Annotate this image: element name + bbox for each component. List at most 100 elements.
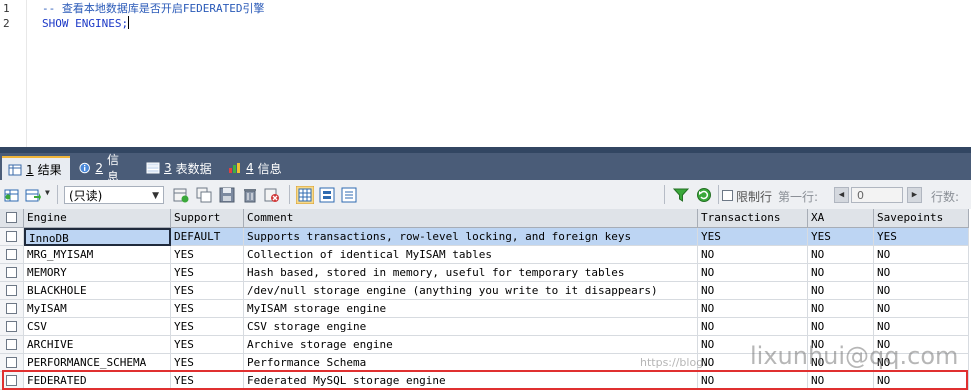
- cell-engine[interactable]: ARCHIVE: [24, 336, 171, 354]
- cell-xa[interactable]: NO: [808, 282, 874, 300]
- cell-savepoints[interactable]: YES: [874, 228, 969, 246]
- cell-comment[interactable]: Supports transactions, row-level locking…: [244, 228, 698, 246]
- cell-engine[interactable]: InnoDB: [24, 228, 171, 246]
- tab-result[interactable]: 1 结果: [2, 156, 70, 181]
- row-checkbox[interactable]: [6, 267, 17, 278]
- cell-comment[interactable]: Federated MySQL storage engine: [244, 372, 698, 390]
- select-all-cell[interactable]: [0, 209, 24, 228]
- first-row-input[interactable]: 0: [851, 187, 903, 203]
- table-row[interactable]: FEDERATED YES Federated MySQL storage engi…: [0, 372, 971, 390]
- cell-comment[interactable]: /dev/null storage engine (anything you w…: [244, 282, 698, 300]
- text-view-icon[interactable]: [341, 187, 357, 203]
- cell-comment[interactable]: CSV storage engine: [244, 318, 698, 336]
- row-select-cell[interactable]: [0, 372, 24, 390]
- sql-editor[interactable]: 1 2 -- 查看本地数据库是否开启FEDERATED引擎 SHOW ENGIN…: [0, 0, 971, 147]
- row-checkbox[interactable]: [6, 285, 17, 296]
- cell-support[interactable]: YES: [171, 282, 244, 300]
- row-select-cell[interactable]: [0, 336, 24, 354]
- cell-support[interactable]: DEFAULT: [171, 228, 244, 246]
- cell-support[interactable]: YES: [171, 318, 244, 336]
- cell-savepoints[interactable]: NO: [874, 246, 969, 264]
- import-grid-icon[interactable]: [25, 187, 41, 203]
- export-grid-icon[interactable]: [4, 187, 20, 203]
- column-header-support[interactable]: Support: [171, 209, 244, 228]
- row-select-cell[interactable]: [0, 300, 24, 318]
- cell-savepoints[interactable]: NO: [874, 264, 969, 282]
- cell-comment[interactable]: Hash based, stored in memory, useful for…: [244, 264, 698, 282]
- cell-transactions[interactable]: NO: [698, 300, 808, 318]
- read-only-mode-select[interactable]: (只读) ▼: [64, 186, 164, 204]
- cell-savepoints[interactable]: NO: [874, 336, 969, 354]
- cell-transactions[interactable]: YES: [698, 228, 808, 246]
- cell-transactions[interactable]: NO: [698, 282, 808, 300]
- cell-engine[interactable]: MEMORY: [24, 264, 171, 282]
- row-select-cell[interactable]: [0, 282, 24, 300]
- tab-info-2[interactable]: 4 信息: [222, 156, 288, 180]
- tab-table-data[interactable]: 3 表数据: [140, 156, 218, 180]
- table-row[interactable]: MyISAM YES MyISAM storage engine NO NO NO: [0, 300, 971, 318]
- save-changes-icon[interactable]: [219, 187, 235, 203]
- cell-xa[interactable]: NO: [808, 372, 874, 390]
- row-checkbox[interactable]: [6, 339, 17, 350]
- filter-icon[interactable]: [673, 187, 689, 203]
- cell-transactions[interactable]: NO: [698, 264, 808, 282]
- table-row[interactable]: MRG_MYISAM YES Collection of identical MyI…: [0, 246, 971, 264]
- row-checkbox[interactable]: [6, 321, 17, 332]
- cell-comment[interactable]: Archive storage engine: [244, 336, 698, 354]
- select-all-checkbox[interactable]: [6, 212, 17, 223]
- cell-savepoints[interactable]: NO: [874, 354, 969, 372]
- cell-transactions[interactable]: NO: [698, 246, 808, 264]
- table-row[interactable]: PERFORMANCE_SCHEMA YES Performance Schema N…: [0, 354, 971, 372]
- cell-savepoints[interactable]: NO: [874, 282, 969, 300]
- cell-comment[interactable]: MyISAM storage engine: [244, 300, 698, 318]
- form-view-icon[interactable]: [319, 187, 335, 203]
- cell-xa[interactable]: NO: [808, 246, 874, 264]
- table-row[interactable]: ARCHIVE YES Archive storage engine NO NO NO: [0, 336, 971, 354]
- insert-row-icon[interactable]: [173, 187, 189, 203]
- cell-transactions[interactable]: NO: [698, 354, 808, 372]
- grid-view-icon[interactable]: [296, 186, 314, 204]
- row-checkbox[interactable]: [6, 357, 17, 368]
- cell-comment[interactable]: Collection of identical MyISAM tables: [244, 246, 698, 264]
- table-row[interactable]: InnoDB DEFAULT Supports transactions, row-…: [0, 228, 971, 246]
- next-page-button[interactable]: ▶: [907, 187, 922, 203]
- cancel-changes-icon[interactable]: [264, 187, 280, 203]
- cell-savepoints[interactable]: NO: [874, 300, 969, 318]
- cell-xa[interactable]: YES: [808, 228, 874, 246]
- row-select-cell[interactable]: [0, 318, 24, 336]
- table-row[interactable]: BLACKHOLE YES/dev/null storage engine (an…: [0, 282, 971, 300]
- cell-support[interactable]: YES: [171, 372, 244, 390]
- column-header-xa[interactable]: XA: [808, 209, 874, 228]
- refresh-icon[interactable]: [696, 187, 712, 203]
- cell-xa[interactable]: NO: [808, 300, 874, 318]
- delete-row-icon[interactable]: [242, 187, 258, 203]
- cell-transactions[interactable]: NO: [698, 336, 808, 354]
- cell-xa[interactable]: NO: [808, 318, 874, 336]
- cell-support[interactable]: YES: [171, 336, 244, 354]
- previous-page-button[interactable]: ◀: [834, 187, 849, 203]
- cell-transactions[interactable]: NO: [698, 318, 808, 336]
- cell-engine[interactable]: MRG_MYISAM: [24, 246, 171, 264]
- table-row[interactable]: MEMORY YES Hash based, stored in memory, u…: [0, 264, 971, 282]
- row-checkbox[interactable]: [6, 249, 17, 260]
- cell-engine[interactable]: MyISAM: [24, 300, 171, 318]
- cell-support[interactable]: YES: [171, 264, 244, 282]
- column-header-engine[interactable]: Engine: [24, 209, 171, 228]
- cell-engine[interactable]: BLACKHOLE: [24, 282, 171, 300]
- table-row[interactable]: CSV YES CSV storage engine NO NO NO: [0, 318, 971, 336]
- cell-engine[interactable]: CSV: [24, 318, 171, 336]
- limit-rows-checkbox[interactable]: [722, 190, 733, 201]
- cell-xa[interactable]: NO: [808, 354, 874, 372]
- row-select-cell[interactable]: [0, 246, 24, 264]
- cell-savepoints[interactable]: NO: [874, 318, 969, 336]
- row-checkbox[interactable]: [6, 375, 17, 386]
- dropdown-arrow-icon[interactable]: ▼: [45, 188, 50, 197]
- row-select-cell[interactable]: [0, 354, 24, 372]
- cell-savepoints[interactable]: NO: [874, 372, 969, 390]
- cell-support[interactable]: YES: [171, 354, 244, 372]
- cell-comment[interactable]: Performance Schema: [244, 354, 698, 372]
- row-checkbox[interactable]: [6, 231, 17, 242]
- cell-transactions[interactable]: NO: [698, 372, 808, 390]
- cell-xa[interactable]: NO: [808, 264, 874, 282]
- duplicate-row-icon[interactable]: [196, 187, 212, 203]
